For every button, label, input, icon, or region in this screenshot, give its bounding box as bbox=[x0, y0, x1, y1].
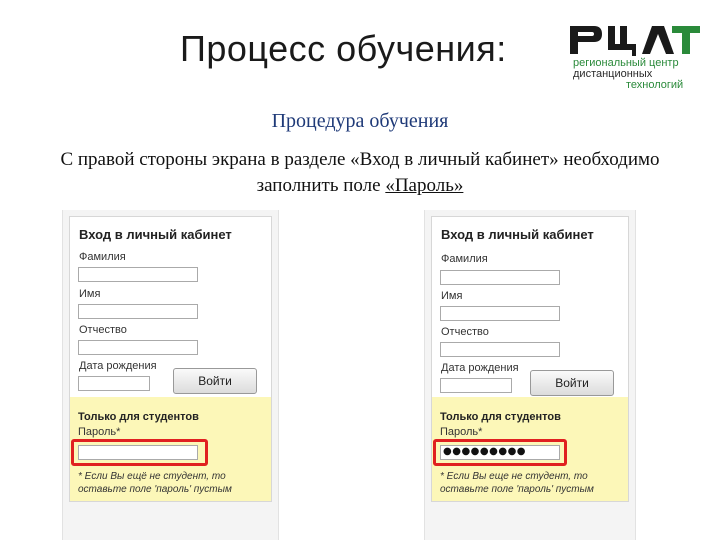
patronymic-label: Отчество bbox=[441, 326, 489, 338]
password-label: Пароль* bbox=[440, 426, 483, 438]
birthdate-label: Дата рождения bbox=[79, 360, 157, 372]
rcdt-logo-mark-icon bbox=[570, 26, 700, 56]
surname-label: Фамилия bbox=[79, 251, 126, 263]
surname-label: Фамилия bbox=[441, 253, 488, 265]
name-label: Имя bbox=[79, 288, 101, 300]
password-highlight-frame bbox=[71, 439, 208, 466]
instruction-main: С правой стороны экрана в разделе «Вход … bbox=[60, 149, 660, 196]
instruction-text: С правой стороны экрана в разделе «Вход … bbox=[30, 147, 690, 199]
screenshot-empty-password: Вход в личный кабинет Фамилия Имя Отчест… bbox=[62, 210, 279, 540]
students-section: Только для студентов Пароль* * Если Вы е… bbox=[70, 397, 271, 501]
patronymic-input[interactable] bbox=[78, 340, 198, 355]
slide-title: Процесс обучения: bbox=[180, 28, 507, 69]
students-section: Только для студентов Пароль* ●●●●●●●●● *… bbox=[432, 397, 628, 501]
patronymic-input[interactable] bbox=[440, 342, 560, 357]
login-panel-title: Вход в личный кабинет bbox=[79, 227, 232, 242]
name-label: Имя bbox=[441, 290, 463, 302]
birthdate-label: Дата рождения bbox=[441, 362, 519, 374]
password-highlight-frame bbox=[433, 439, 567, 466]
name-input[interactable] bbox=[78, 304, 198, 319]
instruction-highlight: «Пароль» bbox=[385, 175, 464, 196]
screenshot-filled-password: Вход в личный кабинет Фамилия Имя Отчест… bbox=[424, 210, 636, 540]
surname-input[interactable] bbox=[78, 267, 198, 282]
birthdate-input[interactable] bbox=[78, 376, 150, 391]
login-button[interactable]: Войти bbox=[173, 368, 257, 394]
students-title: Только для студентов bbox=[78, 411, 199, 423]
students-title: Только для студентов bbox=[440, 411, 561, 423]
slide-subtitle: Процедура обучения bbox=[271, 110, 449, 132]
login-panel-title: Вход в личный кабинет bbox=[441, 227, 594, 242]
password-label: Пароль* bbox=[78, 426, 121, 438]
login-panel: Вход в личный кабинет Фамилия Имя Отчест… bbox=[431, 216, 629, 502]
password-note: * Если Вы еще не студент, то оставьте по… bbox=[440, 471, 594, 495]
birthdate-input[interactable] bbox=[440, 378, 512, 393]
surname-input[interactable] bbox=[440, 270, 560, 285]
login-panel: Вход в личный кабинет Фамилия Имя Отчест… bbox=[69, 216, 272, 502]
logo-line-3: технологий bbox=[626, 79, 684, 91]
name-input[interactable] bbox=[440, 306, 560, 321]
rcdt-logo: региональный центр дистанционных техноло… bbox=[568, 24, 706, 96]
login-button[interactable]: Войти bbox=[530, 370, 614, 396]
password-note: * Если Вы ещё не студент, то оставьте по… bbox=[78, 471, 232, 495]
patronymic-label: Отчество bbox=[79, 324, 127, 336]
